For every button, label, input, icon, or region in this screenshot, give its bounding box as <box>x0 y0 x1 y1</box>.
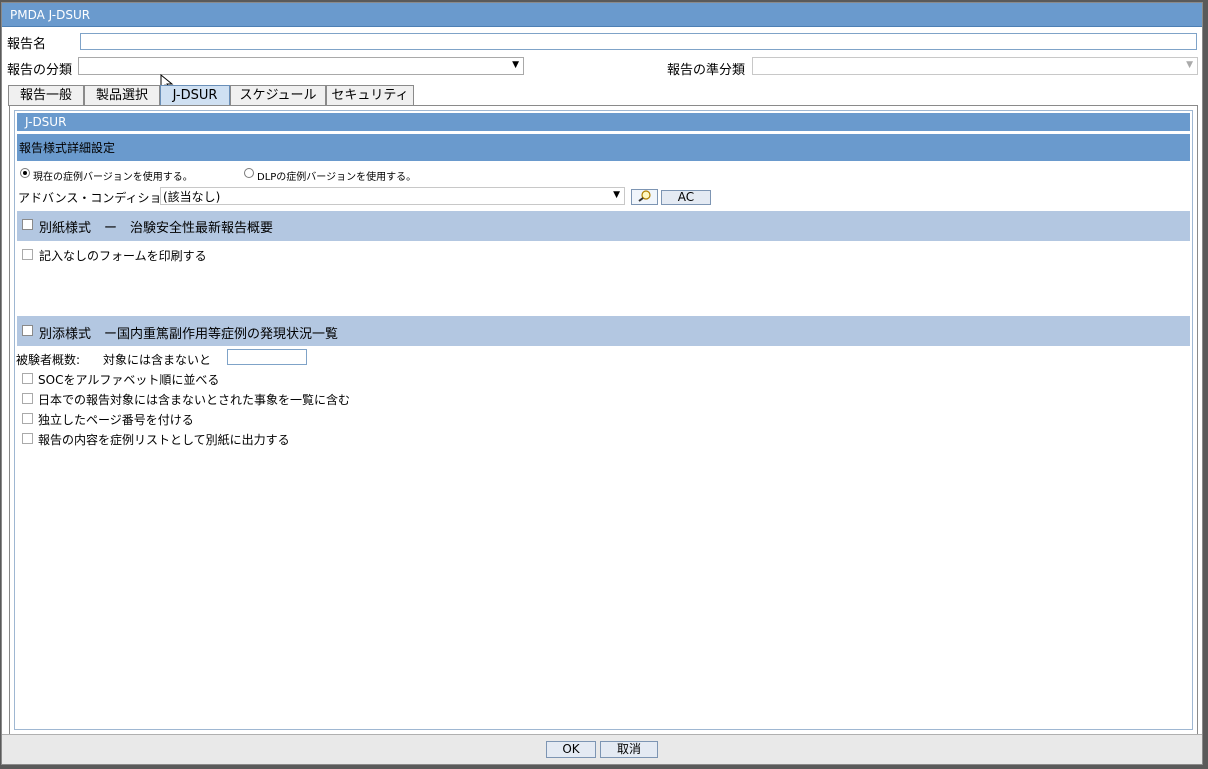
subsection-title: 報告様式詳細設定 <box>17 134 1190 161</box>
section-title: J-DSUR <box>17 113 1190 131</box>
option-case-list-checkbox[interactable] <box>22 433 33 444</box>
appendix2-checkbox[interactable] <box>22 325 33 336</box>
option-page-number-checkbox[interactable] <box>22 413 33 424</box>
option-include-excluded-label: 日本での報告対象には含まないとされた事象を一覧に含む <box>38 393 351 407</box>
subjects-label: 被験者概数: <box>16 353 81 367</box>
tab-security[interactable]: セキュリティ <box>326 85 414 106</box>
subjects-note: 対象には含まないと <box>103 353 212 367</box>
print-blank-form-label: 記入なしのフォームを印刷する <box>39 249 207 263</box>
tab-panel: J-DSUR 報告様式詳細設定 現在の症例バージョンを使用する。 DLPの症例バ… <box>9 105 1198 735</box>
report-category-label: 報告の分類 <box>7 63 73 78</box>
report-sub-category-select[interactable]: ▼ <box>752 57 1198 75</box>
chevron-down-icon: ▼ <box>1186 60 1193 70</box>
ok-button[interactable]: OK <box>546 741 596 758</box>
appendix2-header: 別添様式 ー国内重篤副作用等症例の発現状況一覧 <box>17 316 1190 346</box>
report-name-label: 報告名 <box>7 37 47 52</box>
tab-report-general[interactable]: 報告一般 <box>8 85 84 106</box>
report-sub-category-label: 報告の準分類 <box>667 63 746 78</box>
tab-j-dsur[interactable]: J-DSUR <box>160 85 230 106</box>
tab-panel-inner: J-DSUR 報告様式詳細設定 現在の症例バージョンを使用する。 DLPの症例バ… <box>14 110 1193 730</box>
advanced-condition-value: (該当なし) <box>163 190 221 204</box>
advanced-condition-label: アドバンス・コンディション <box>18 191 174 205</box>
chevron-down-icon: ▼ <box>613 190 620 200</box>
advanced-condition-select[interactable]: (該当なし) ▼ <box>160 187 625 205</box>
ac-button[interactable]: AC <box>661 190 711 205</box>
cancel-button[interactable]: 取消 <box>600 741 658 758</box>
print-blank-form-checkbox[interactable] <box>22 249 33 260</box>
subjects-count-input[interactable] <box>227 349 307 365</box>
option-case-list-label: 報告の内容を症例リストとして別紙に出力する <box>38 433 290 447</box>
radio-dlp-version-label: DLPの症例バージョンを使用する。 <box>257 172 417 183</box>
radio-current-version[interactable] <box>20 168 30 178</box>
search-button[interactable] <box>631 189 658 205</box>
radio-current-version-label: 現在の症例バージョンを使用する。 <box>33 172 193 183</box>
chevron-down-icon: ▼ <box>512 60 519 70</box>
appendix1-checkbox[interactable] <box>22 219 33 230</box>
report-category-select[interactable]: ▼ <box>78 57 524 75</box>
appendix1-header: 別紙様式 ー 治験安全性最新報告概要 <box>17 211 1190 241</box>
tab-product-selection[interactable]: 製品選択 <box>84 85 160 106</box>
tab-schedule[interactable]: スケジュール <box>230 85 326 106</box>
appendix2-title: 別添様式 ー国内重篤副作用等症例の発現状況一覧 <box>39 327 339 342</box>
window-title: PMDA J-DSUR <box>2 3 1202 27</box>
appendix1-title: 別紙様式 ー 治験安全性最新報告概要 <box>39 221 274 236</box>
option-soc-alpha-label: SOCをアルファベット順に並べる <box>38 373 220 387</box>
report-dialog: PMDA J-DSUR 報告名 報告の分類 ▼ 報告の準分類 ▼ 報告一般 製品… <box>1 2 1203 765</box>
option-include-excluded-checkbox[interactable] <box>22 393 33 404</box>
radio-dlp-version[interactable] <box>244 168 254 178</box>
search-icon <box>637 190 651 202</box>
dialog-footer: OK 取消 <box>2 734 1202 764</box>
report-name-input[interactable] <box>80 33 1197 50</box>
option-soc-alpha-checkbox[interactable] <box>22 373 33 384</box>
option-page-number-label: 独立したページ番号を付ける <box>38 413 194 427</box>
